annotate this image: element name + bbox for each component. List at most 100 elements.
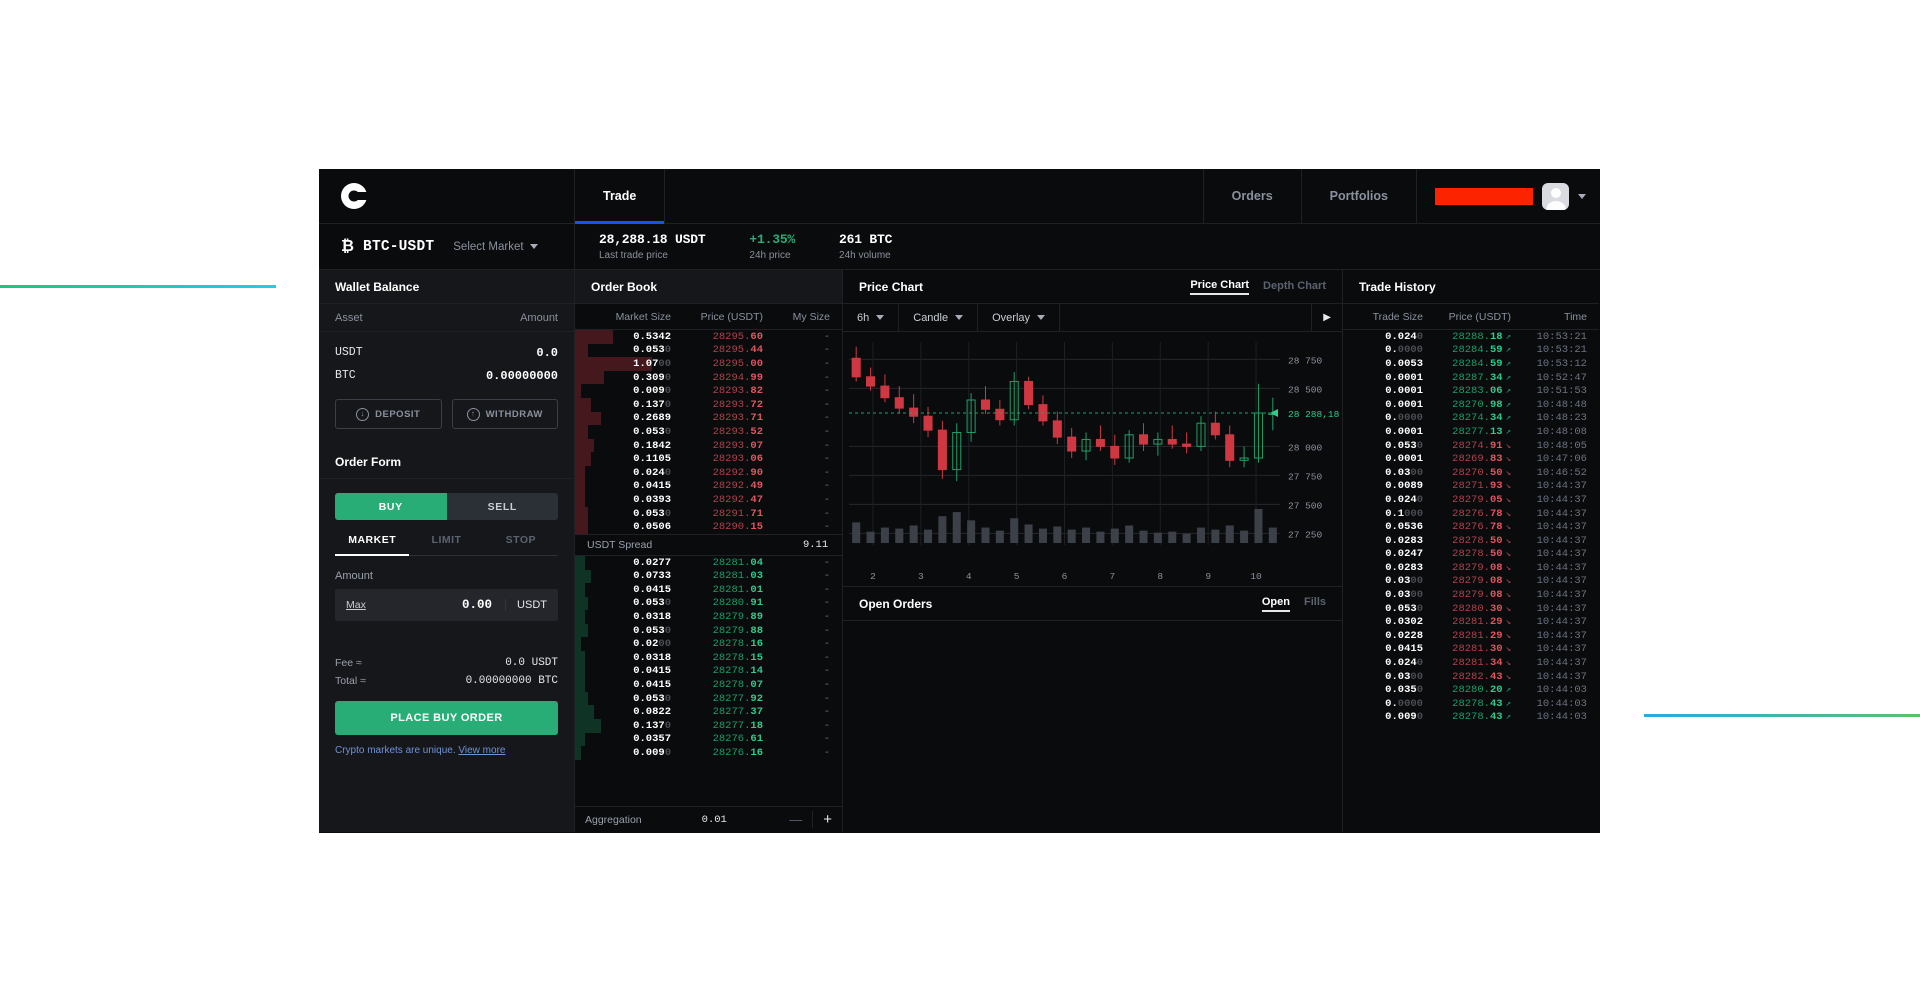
deposit-button[interactable]: ↓ DEPOSIT: [335, 399, 442, 429]
my-size: -: [823, 719, 830, 732]
trade-history-row: 0.0240 28281.34 ↘ 10:44:37: [1343, 656, 1599, 670]
order-book-row[interactable]: 0.0415 28278.07 -: [575, 678, 842, 692]
trade-price: 28282.43 ↘: [1452, 670, 1511, 683]
y-axis-tick: 27 250: [1288, 529, 1323, 540]
trade-time: 10:52:47: [1536, 371, 1587, 384]
tab-depth-chart[interactable]: Depth Chart: [1263, 280, 1326, 294]
my-size: -: [823, 597, 830, 610]
order-size: 0.0530: [633, 344, 671, 357]
order-book-row[interactable]: 0.0318 28278.15 -: [575, 651, 842, 665]
trade-history-rows: 0.0240 28288.18 ↗ 10:53:21 0.0000 28284.59 ↗ 10…: [1343, 330, 1599, 724]
tab-open[interactable]: Open: [1261, 596, 1290, 612]
order-book-asks: 0.5342 28295.60 - 0.0530 28295.44 - 1.0700 2829…: [575, 330, 842, 534]
coinbase-logo-icon[interactable]: [341, 183, 368, 209]
depth-bar: [575, 610, 585, 624]
trade-time: 10:44:37: [1536, 534, 1587, 547]
withdraw-button[interactable]: ↑ WITHDRAW: [451, 399, 558, 429]
chevron-down-icon[interactable]: [1578, 193, 1586, 199]
aggregation-increase-button[interactable]: +: [812, 811, 832, 828]
trade-history-row: 0.0001 28270.98 ↗ 10:48:48: [1343, 398, 1599, 412]
order-book-row[interactable]: 0.0415 28278.14 -: [575, 664, 842, 679]
candlestick-chart[interactable]: 27 250 27 500 27 750 28 000 28 500 28 750 2 3 4 5…: [843, 332, 1342, 587]
avatar[interactable]: [1542, 182, 1569, 210]
order-price: 28276.61: [712, 733, 763, 746]
trade-time: 10:46:52: [1536, 466, 1587, 479]
my-size: -: [823, 747, 830, 760]
nav-tab-trade[interactable]: Trade: [575, 169, 666, 224]
order-book-row[interactable]: 0.0393 28292.47 -: [575, 493, 842, 507]
trade-size: 0.0001: [1385, 371, 1423, 384]
order-book-row[interactable]: 0.0506 28290.15 -: [575, 520, 842, 534]
order-book-row[interactable]: 0.0240 28292.90 -: [575, 465, 842, 480]
trade-size: 0.0302: [1385, 616, 1423, 629]
play-icon[interactable]: ▶: [1312, 312, 1342, 323]
order-book-row[interactable]: 0.0090 28276.16 -: [575, 746, 842, 760]
order-book-row[interactable]: 0.0530 28277.92 -: [575, 691, 842, 706]
order-book-row[interactable]: 0.0530 28291.71 -: [575, 506, 842, 521]
chart-style-dropdown[interactable]: Candle: [899, 304, 979, 331]
nav-tab-orders[interactable]: Orders: [1204, 169, 1302, 223]
order-book-row[interactable]: 0.1370 28277.18 -: [575, 719, 842, 733]
tab-fills[interactable]: Fills: [1304, 596, 1326, 612]
tab-price-chart[interactable]: Price Chart: [1190, 279, 1250, 295]
trade-size: 0.0300: [1385, 466, 1423, 479]
buy-tab[interactable]: BUY: [335, 493, 447, 520]
aggregation-row: Aggregation 0.01 — +: [575, 806, 842, 832]
trade-history-row: 0.0300 28270.50 ↘ 10:46:52: [1343, 466, 1599, 480]
tab-market[interactable]: MARKET: [335, 534, 410, 556]
order-book-row[interactable]: 0.0530 28293.52 -: [575, 425, 842, 439]
order-book-row[interactable]: 0.0090 28293.82 -: [575, 384, 842, 398]
order-book-row[interactable]: 0.5342 28295.60 -: [575, 330, 842, 344]
nav-tab-portfolios[interactable]: Portfolios: [1302, 169, 1417, 223]
order-book-row[interactable]: 0.0733 28281.03 -: [575, 569, 842, 584]
trade-history-panel: Trade History Trade Size Price (USDT) Ti…: [1343, 270, 1599, 832]
order-book-row[interactable]: 0.0530 28295.44 -: [575, 343, 842, 358]
order-size: 0.1842: [633, 439, 671, 452]
wallet-amount: 0.00000000: [485, 368, 558, 383]
order-book-row[interactable]: 0.0822 28277.37 -: [575, 705, 842, 720]
trade-history-columns: Trade Size Price (USDT) Time: [1343, 304, 1599, 330]
order-book-row[interactable]: 0.2689 28293.71 -: [575, 411, 842, 426]
sell-tab[interactable]: SELL: [447, 493, 559, 520]
order-book-row[interactable]: 0.0415 28281.01 -: [575, 583, 842, 597]
amount-input[interactable]: 0.00: [462, 598, 492, 612]
trade-price: 28276.78 ↘: [1452, 507, 1511, 520]
order-price: 28292.49: [712, 480, 763, 493]
order-book-row[interactable]: 0.1370 28293.72 -: [575, 397, 842, 412]
order-book-row[interactable]: 0.1105 28293.06 -: [575, 452, 842, 466]
order-book-row[interactable]: 0.0357 28276.61 -: [575, 732, 842, 747]
market-selector[interactable]: ₿ BTC-USDT Select Market: [319, 224, 575, 269]
order-book-row[interactable]: 0.0530 28279.88 -: [575, 623, 842, 638]
overlay-dropdown[interactable]: Overlay: [978, 304, 1061, 331]
view-more-link[interactable]: View more: [458, 745, 505, 756]
order-price: 28281.03: [712, 570, 763, 583]
order-book-row[interactable]: 0.0415 28292.49 -: [575, 479, 842, 494]
user-menu[interactable]: [1417, 169, 1600, 223]
order-book-row[interactable]: 0.0277 28281.04 -: [575, 555, 842, 570]
order-book-row[interactable]: 0.0200 28278.16 -: [575, 637, 842, 652]
max-link[interactable]: Max: [346, 599, 366, 611]
order-book-row[interactable]: 0.0318 28279.89 -: [575, 610, 842, 624]
x-axis-tick: 8: [1157, 571, 1163, 582]
amount-field[interactable]: Max 0.00 USDT: [335, 589, 558, 621]
trade-history-header: Trade History: [1343, 270, 1599, 304]
tab-limit[interactable]: LIMIT: [409, 534, 483, 555]
x-axis-tick: 3: [918, 571, 924, 582]
order-price: 28291.71: [712, 507, 763, 520]
place-buy-order-button[interactable]: PLACE BUY ORDER: [335, 701, 558, 735]
order-book-row[interactable]: 0.0530 28280.91 -: [575, 596, 842, 611]
place-order-label: PLACE BUY ORDER: [390, 712, 503, 724]
trade-size: 0.0000: [1385, 697, 1423, 710]
order-book-row[interactable]: 0.3090 28294.99 -: [575, 370, 842, 385]
tab-stop[interactable]: STOP: [484, 534, 558, 555]
interval-dropdown[interactable]: 6h: [843, 304, 900, 331]
trade-time: 10:44:37: [1536, 616, 1587, 629]
trade-time: 10:44:37: [1536, 657, 1587, 670]
trade-size: 0.0089: [1385, 480, 1423, 493]
select-market-dropdown[interactable]: Select Market: [453, 241, 538, 253]
order-book-row[interactable]: 1.0700 28295.00 -: [575, 357, 842, 371]
aggregation-decrease-button[interactable]: —: [789, 812, 802, 827]
trade-size: 0.0001: [1385, 385, 1423, 398]
order-price: 28279.88: [712, 624, 763, 637]
order-book-row[interactable]: 0.1842 28293.07 -: [575, 438, 842, 453]
